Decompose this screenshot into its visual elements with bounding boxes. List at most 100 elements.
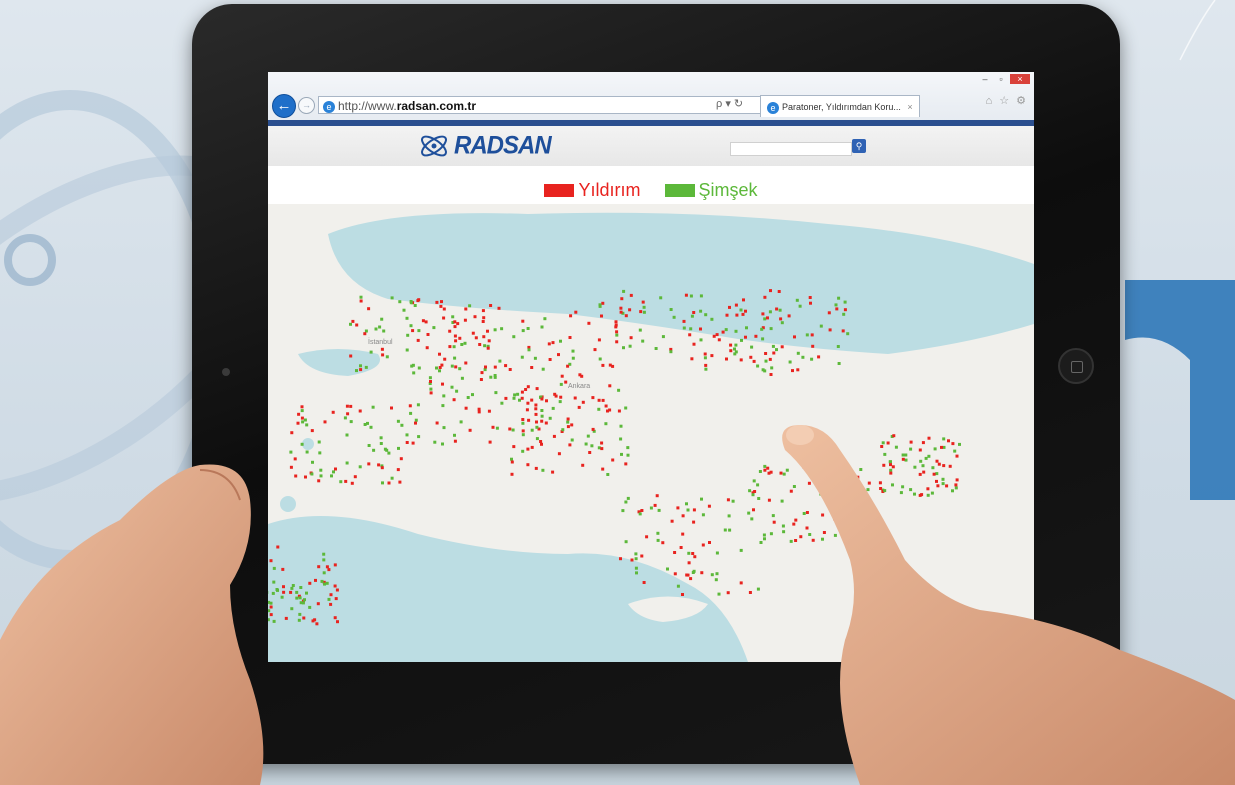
strike-point bbox=[424, 320, 428, 324]
search-icon[interactable]: ⚲ bbox=[852, 139, 866, 153]
strike-point bbox=[931, 466, 935, 470]
strike-point bbox=[913, 492, 916, 496]
strike-point bbox=[584, 442, 588, 446]
strike-point bbox=[551, 341, 555, 345]
strike-point bbox=[757, 497, 761, 500]
strike-point bbox=[590, 444, 594, 448]
maximize-icon[interactable]: ▫ bbox=[994, 74, 1008, 84]
site-search-input[interactable] bbox=[730, 142, 852, 156]
strike-point bbox=[559, 339, 562, 343]
close-icon[interactable]: × bbox=[1010, 74, 1030, 84]
strike-point bbox=[474, 336, 478, 340]
home-button[interactable] bbox=[1058, 348, 1094, 384]
strike-point bbox=[412, 371, 416, 375]
strike-point bbox=[756, 483, 760, 487]
strike-point bbox=[398, 480, 402, 484]
strike-point bbox=[789, 489, 793, 493]
browser-tab[interactable]: e Paratoner, Yıldırımdan Koru... × bbox=[760, 95, 920, 117]
strike-point bbox=[483, 344, 487, 348]
strike-point bbox=[666, 567, 669, 571]
strike-point bbox=[493, 328, 497, 332]
strike-point bbox=[344, 479, 348, 483]
strike-point bbox=[345, 461, 349, 465]
strike-point bbox=[672, 315, 676, 319]
strike-point bbox=[810, 357, 814, 361]
strike-point bbox=[640, 509, 644, 512]
tab-close-icon[interactable]: × bbox=[907, 102, 912, 112]
strike-point bbox=[626, 453, 630, 457]
strike-point bbox=[846, 332, 850, 336]
strike-point bbox=[622, 346, 625, 350]
strike-point bbox=[339, 480, 343, 484]
strike-point bbox=[692, 311, 696, 314]
strike-point bbox=[526, 401, 530, 405]
strike-point bbox=[721, 330, 725, 334]
strike-point bbox=[530, 428, 534, 432]
strike-point bbox=[693, 555, 697, 559]
strike-point bbox=[731, 499, 735, 503]
strike-point bbox=[313, 618, 317, 622]
strike-point bbox=[780, 499, 784, 503]
strike-point bbox=[700, 497, 703, 501]
strike-point bbox=[317, 479, 321, 483]
strike-point bbox=[557, 452, 561, 456]
strike-point bbox=[521, 329, 525, 333]
strike-point bbox=[843, 300, 847, 304]
strike-point bbox=[387, 481, 391, 485]
strike-point bbox=[366, 421, 369, 425]
strike-point bbox=[442, 394, 446, 398]
strike-point bbox=[954, 483, 958, 487]
strike-point bbox=[359, 364, 362, 368]
strike-point bbox=[520, 390, 524, 394]
strike-point bbox=[837, 362, 841, 365]
address-search-refresh[interactable]: ρ ▾ ↻ bbox=[716, 97, 743, 110]
strike-point bbox=[913, 465, 917, 469]
strike-point bbox=[566, 364, 570, 368]
strike-point bbox=[781, 524, 785, 528]
radsan-logo[interactable]: RADSAN bbox=[418, 131, 552, 160]
strike-point bbox=[369, 425, 373, 429]
strike-point bbox=[712, 334, 716, 338]
strike-point bbox=[926, 487, 930, 491]
strike-point bbox=[883, 489, 887, 493]
strike-point bbox=[624, 462, 628, 466]
strike-point bbox=[615, 340, 619, 344]
url-host: radsan.com.tr bbox=[396, 99, 477, 113]
strike-point bbox=[463, 341, 467, 345]
strike-point bbox=[441, 382, 444, 386]
strike-point bbox=[703, 356, 707, 360]
strike-point bbox=[725, 313, 729, 317]
strike-point bbox=[841, 476, 845, 480]
strike-point bbox=[464, 307, 468, 311]
strike-point bbox=[691, 571, 695, 574]
strike-point bbox=[807, 481, 811, 485]
strike-point bbox=[811, 344, 815, 348]
strike-point bbox=[655, 494, 659, 498]
strike-point bbox=[425, 346, 429, 350]
lightning-map[interactable]: İstanbul Ankara bbox=[268, 204, 1034, 662]
strike-point bbox=[619, 306, 623, 310]
strike-point bbox=[756, 587, 760, 591]
back-arrow-icon[interactable]: ← bbox=[272, 94, 296, 118]
strike-point bbox=[382, 329, 386, 333]
strike-point bbox=[272, 619, 276, 623]
strike-point bbox=[333, 563, 337, 567]
strike-point bbox=[649, 506, 653, 510]
strike-point bbox=[453, 356, 457, 360]
strike-point bbox=[951, 489, 954, 493]
strike-point bbox=[500, 327, 504, 331]
minimize-icon[interactable]: – bbox=[978, 74, 992, 84]
strike-point bbox=[518, 398, 521, 402]
strike-point bbox=[598, 304, 602, 308]
forward-arrow-icon[interactable]: → bbox=[298, 97, 315, 114]
strike-point bbox=[452, 398, 456, 402]
strike-point bbox=[559, 382, 563, 386]
toolbar-icons[interactable]: ⌂ ☆ ⚙ bbox=[986, 94, 1028, 107]
strike-point bbox=[346, 412, 350, 416]
strike-point bbox=[852, 534, 856, 538]
strike-point bbox=[901, 457, 905, 461]
strike-point bbox=[909, 447, 913, 451]
strike-point bbox=[329, 602, 333, 606]
strike-point bbox=[298, 612, 302, 616]
strike-point bbox=[761, 368, 765, 372]
